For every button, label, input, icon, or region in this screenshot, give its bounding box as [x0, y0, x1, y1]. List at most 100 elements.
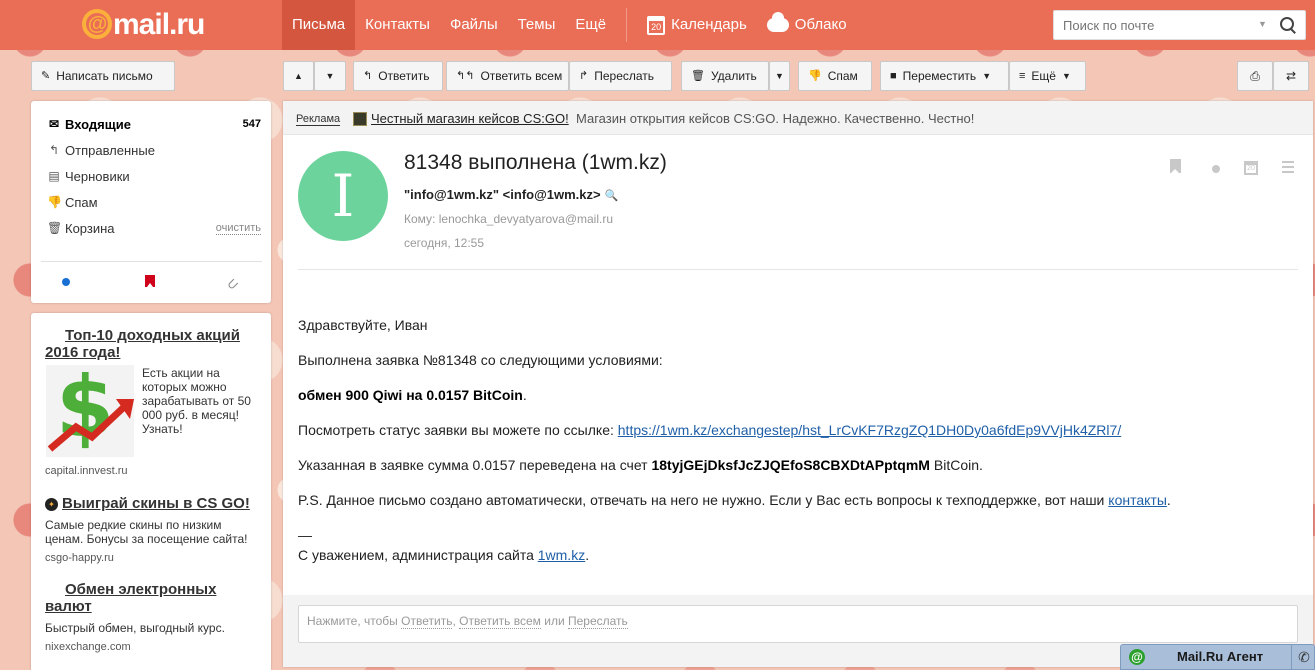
site-link[interactable]: 1wm.kz: [538, 547, 585, 563]
quick-reply-link[interactable]: Ответить: [401, 614, 453, 629]
folder-icon: ■: [890, 70, 897, 82]
bookmark-icon[interactable]: [1170, 159, 1181, 173]
mailru-logo[interactable]: @ mail.ru: [82, 9, 205, 41]
ad-title[interactable]: Выиграй скины в CS GO!: [62, 495, 250, 512]
arrow-up-icon: ▲: [294, 71, 303, 81]
body-line: Указанная в заявке сумма 0.0157 переведе…: [298, 457, 983, 473]
mark-unread-icon[interactable]: [1212, 165, 1220, 173]
ad-source: nixexchange.com: [45, 641, 131, 653]
ad-text: Есть акции на которых можно зарабатывать…: [142, 366, 251, 436]
flag-filter-icon[interactable]: [145, 275, 155, 287]
delete-dropdown-button[interactable]: ▼: [769, 61, 790, 91]
quick-reply-all-link[interactable]: Ответить всем: [459, 614, 541, 629]
translate-icon: ⇄: [1285, 69, 1297, 83]
menu-icon: ≡: [1019, 70, 1026, 82]
ad-link[interactable]: Честный магазин кейсов CS:GO!: [371, 111, 569, 126]
status-link[interactable]: https://1wm.kz/exchangestep/hst_LrCvKF7R…: [618, 422, 1121, 438]
dollar-icon: $: [46, 359, 134, 457]
nav-themes[interactable]: Темы: [508, 0, 566, 50]
chevron-down-icon: ▼: [982, 71, 992, 81]
print-button[interactable]: ⎙: [1237, 61, 1273, 91]
quick-forward-link[interactable]: Переслать: [568, 614, 628, 629]
ad-column: Топ-10 доходных акций 2016 года! $ Есть …: [31, 313, 271, 670]
signature: С уважением, администрация сайта 1wm.kz.: [298, 547, 590, 563]
nav-contacts[interactable]: Контакты: [355, 0, 440, 50]
ad-source: csgo-happy.ru: [45, 552, 114, 564]
body-line: обмен 900 Qiwi на 0.0157 BitCoin.: [298, 387, 527, 403]
nav-calendar[interactable]: 20 Календарь: [637, 0, 757, 50]
sender[interactable]: "info@1wm.kz" <info@1wm.kz> 🔍: [404, 187, 618, 202]
message-pane: Реклама Честный магазин кейсов CS:GO! Ма…: [283, 101, 1313, 667]
reply-button[interactable]: ↰ Ответить: [353, 61, 443, 91]
arrow-down-icon: ▼: [325, 71, 335, 81]
calendar-icon[interactable]: 20: [1244, 161, 1258, 175]
folder-trash[interactable]: 🗑 Корзина очистить: [47, 219, 261, 237]
delete-button[interactable]: 🗑 Удалить: [681, 61, 769, 91]
recipient: Кому: lenochka_devyatyarova@mail.ru: [404, 212, 614, 226]
chevron-down-icon: ▼: [1061, 71, 1071, 81]
csgo-icon: ✦: [45, 498, 58, 511]
calendar-icon: 20: [647, 15, 666, 35]
ad-title[interactable]: Топ-10 доходных акций 2016 года!: [45, 327, 255, 361]
ad-description: Магазин открытия кейсов CS:GO. Надежно. …: [576, 111, 975, 126]
wallet-address: 18tyjGEjDksfJcZJQEfoS8CBXDtAPptqmM: [651, 457, 930, 473]
reply-all-icon: ↰↰: [456, 70, 475, 82]
reply-icon: ↰: [48, 143, 60, 157]
printer-icon: ⎙: [1250, 69, 1260, 83]
envelope-icon: ✉: [48, 117, 60, 131]
ad-title-row[interactable]: ✦ Выиграй скины в CS GO!: [45, 495, 265, 512]
nav-cloud[interactable]: Облако: [757, 0, 857, 50]
ad-label[interactable]: Реклама: [296, 113, 341, 126]
menu-icon[interactable]: [1282, 161, 1294, 163]
folder-inbox[interactable]: ✉ Входящие 547: [47, 115, 261, 133]
forward-button[interactable]: ↱ Переслать: [569, 61, 672, 91]
search-icon[interactable]: [1280, 17, 1296, 33]
next-message-button[interactable]: ▼: [314, 61, 346, 91]
document-icon: ▤: [48, 169, 60, 183]
quick-reply-box[interactable]: Нажмите, чтобы Ответить, Ответить всем и…: [298, 605, 1298, 643]
thumb-down-icon: 👎: [47, 195, 62, 209]
contacts-link[interactable]: контакты: [1108, 492, 1167, 508]
search-input[interactable]: [1054, 11, 1264, 39]
folder-list: ✉ Входящие 547 ↰ Отправленные ▤ Черновики 👎 С…: [31, 101, 271, 303]
more-actions-button[interactable]: ≡ Ещё ▼: [1009, 61, 1086, 91]
compose-button[interactable]: ✎ Написать письмо: [31, 61, 175, 91]
unread-filter-icon[interactable]: [62, 278, 70, 286]
search-dropdown-icon[interactable]: ▼: [1258, 19, 1267, 29]
move-button[interactable]: ■ Переместить ▼: [880, 61, 1009, 91]
mailru-agent-bar[interactable]: @ Mail.Ru Агент ✆: [1120, 644, 1315, 670]
body-line: Посмотреть статус заявки вы можете по сс…: [298, 422, 1122, 438]
signature-dash: —: [298, 527, 312, 543]
prev-message-button[interactable]: ▲: [283, 61, 314, 91]
ad-bar: Реклама Честный магазин кейсов CS:GO! Ма…: [283, 101, 1313, 135]
agent-label: Mail.Ru Агент: [1177, 649, 1264, 664]
growth-arrow-icon: [47, 399, 134, 452]
top-nav: Письма Контакты Файлы Темы Ещё 20 Календа…: [282, 0, 857, 50]
attachment-filter-icon[interactable]: ⊂: [222, 272, 243, 294]
folder-sent[interactable]: ↰ Отправленные: [47, 141, 261, 159]
ad-title[interactable]: Обмен электронных валют: [45, 581, 245, 615]
compose-icon: ✎: [41, 70, 51, 82]
nav-mail[interactable]: Письма: [282, 0, 356, 50]
folder-spam[interactable]: 👎 Спам: [47, 193, 261, 211]
trash-icon: 🗑: [47, 221, 63, 235]
nav-divider: [626, 8, 628, 42]
search-icon[interactable]: 🔍: [605, 190, 619, 202]
chevron-down-icon: ▼: [775, 71, 784, 81]
spam-button[interactable]: 👎 Спам: [798, 61, 872, 91]
folder-drafts[interactable]: ▤ Черновики: [47, 167, 261, 185]
agent-icon: @: [1129, 649, 1145, 665]
body-greeting: Здравствуйте, Иван: [298, 317, 428, 333]
empty-trash-link[interactable]: очистить: [215, 222, 261, 235]
divider: [298, 269, 1298, 270]
nav-more[interactable]: Ещё: [565, 0, 616, 50]
body-line: Выполнена заявка №81348 со следующими ус…: [298, 352, 663, 368]
unread-count: 547: [242, 118, 261, 130]
divider: [41, 261, 262, 262]
translate-button[interactable]: ⇄: [1273, 61, 1309, 91]
reply-all-button[interactable]: ↰↰ Ответить всем: [446, 61, 569, 91]
nav-files[interactable]: Файлы: [440, 0, 508, 50]
cloud-icon: [766, 12, 789, 33]
reply-icon: ↰: [363, 70, 373, 82]
phone-icon[interactable]: ✆: [1291, 645, 1315, 670]
